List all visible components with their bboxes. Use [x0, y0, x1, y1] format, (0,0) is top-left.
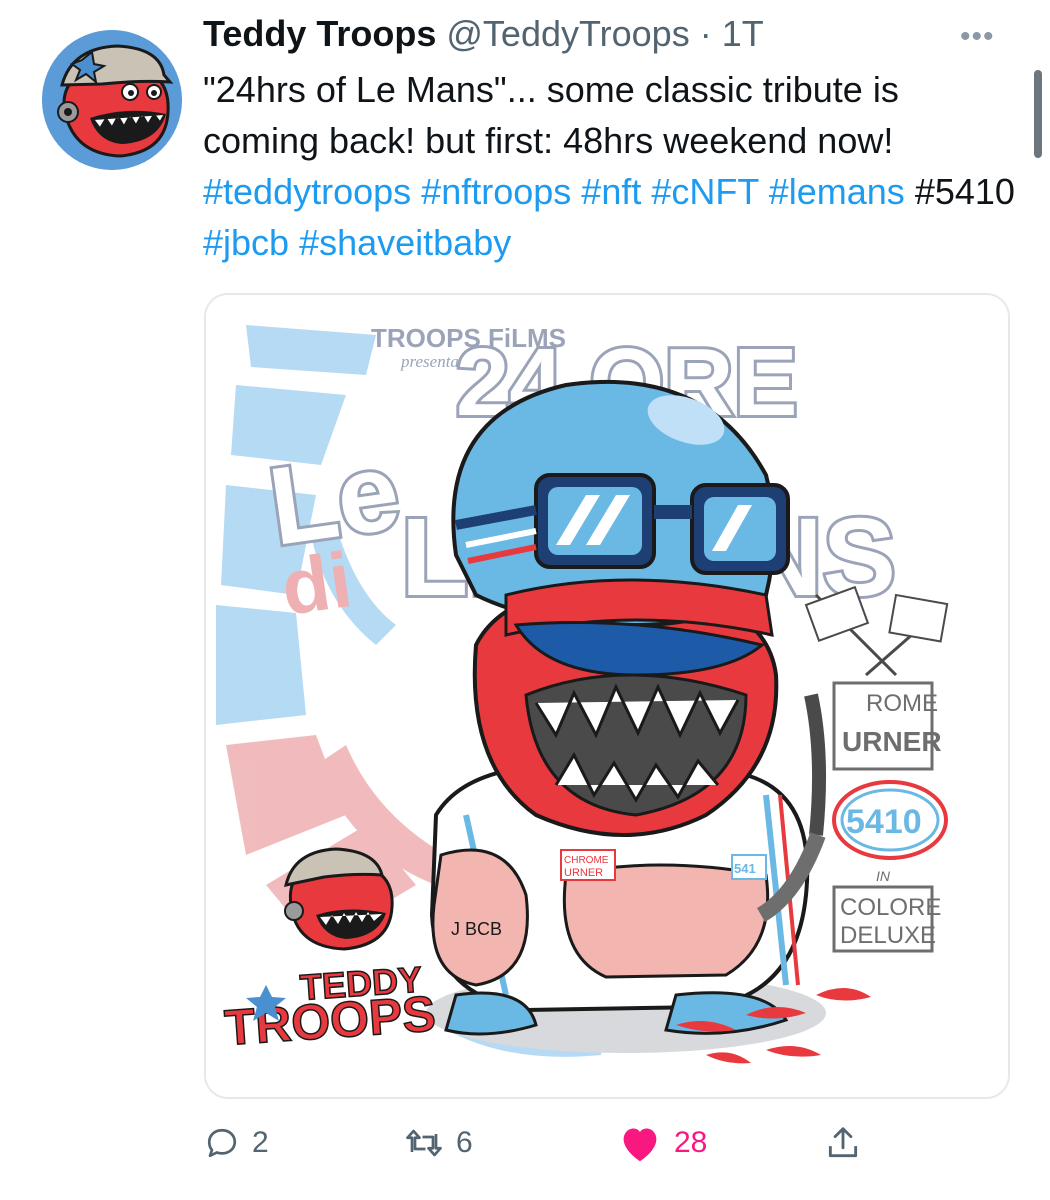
number-badge: 5410 [846, 803, 922, 841]
teddy-avatar-icon [42, 30, 182, 170]
share-icon [828, 1127, 858, 1158]
tweet-text-segment [759, 171, 769, 212]
reply-icon [207, 1128, 237, 1158]
colore-label: COLORE [840, 894, 941, 921]
chest-patch-bottom: URNER [564, 867, 603, 879]
colore-in-label: IN [876, 868, 891, 884]
author-handle[interactable]: @TeddyTroops [446, 13, 689, 54]
reply-count: 2 [252, 1126, 269, 1159]
chrome-label-top: ROME [866, 690, 938, 717]
tweet-text-segment [571, 171, 581, 212]
deluxe-label: DELUXE [840, 922, 936, 949]
scrollbar[interactable] [1034, 70, 1042, 158]
tweet-actions: 2 6 28 [204, 1118, 1004, 1168]
tweet-text-segment: "24hrs of Le Mans"... some classic tribu… [203, 69, 899, 161]
tweet-text-segment [289, 222, 299, 263]
time-separator: · [699, 13, 712, 54]
presents-label: presenta [400, 352, 459, 371]
chest-patch-top: CHROME [564, 855, 609, 866]
tweet-header: Teddy Troops @TeddyTroops · 1T [203, 10, 764, 58]
tweet-text: "24hrs of Le Mans"... some classic tribu… [203, 64, 1023, 268]
like-count: 28 [674, 1126, 708, 1159]
reply-button[interactable]: 2 [204, 1118, 269, 1168]
hashtag-link[interactable]: #shaveitbaby [299, 222, 511, 263]
leg-tag: J BCB [451, 919, 502, 939]
share-button[interactable] [824, 1118, 862, 1168]
hashtag-link[interactable]: #lemans [769, 171, 905, 212]
tweet-text-segment [411, 171, 421, 212]
retweet-button[interactable]: 6 [404, 1118, 473, 1168]
tweet-time[interactable]: 1T [722, 13, 764, 54]
suit-number: 541 [734, 861, 756, 876]
author-name[interactable]: Teddy Troops [203, 13, 436, 54]
like-button[interactable]: 28 [618, 1118, 707, 1168]
tweet-text-segment: #5410 [904, 171, 1015, 212]
le-mans-poster-illustration: TROOPS FiLMS presenta Le di 24 ORE LE MA… [206, 295, 1008, 1097]
retweet-count: 6 [456, 1126, 473, 1159]
more-options-icon[interactable]: ••• [960, 20, 995, 54]
hashtag-link[interactable]: #cNFT [651, 171, 758, 212]
chrome-label-bottom: URNER [842, 726, 942, 757]
tweet-media-image[interactable]: TROOPS FiLMS presenta Le di 24 ORE LE MA… [204, 293, 1010, 1099]
author-avatar[interactable] [42, 30, 182, 170]
hashtag-link[interactable]: #jbcb [203, 222, 289, 263]
hashtag-link[interactable]: #teddytroops [203, 171, 411, 212]
title-di: di [276, 535, 357, 632]
retweet-icon [406, 1129, 442, 1157]
hashtag-link[interactable]: #nft [581, 171, 641, 212]
heart-icon [623, 1128, 657, 1162]
hashtag-link[interactable]: #nftroops [421, 171, 571, 212]
tweet-text-segment [641, 171, 651, 212]
